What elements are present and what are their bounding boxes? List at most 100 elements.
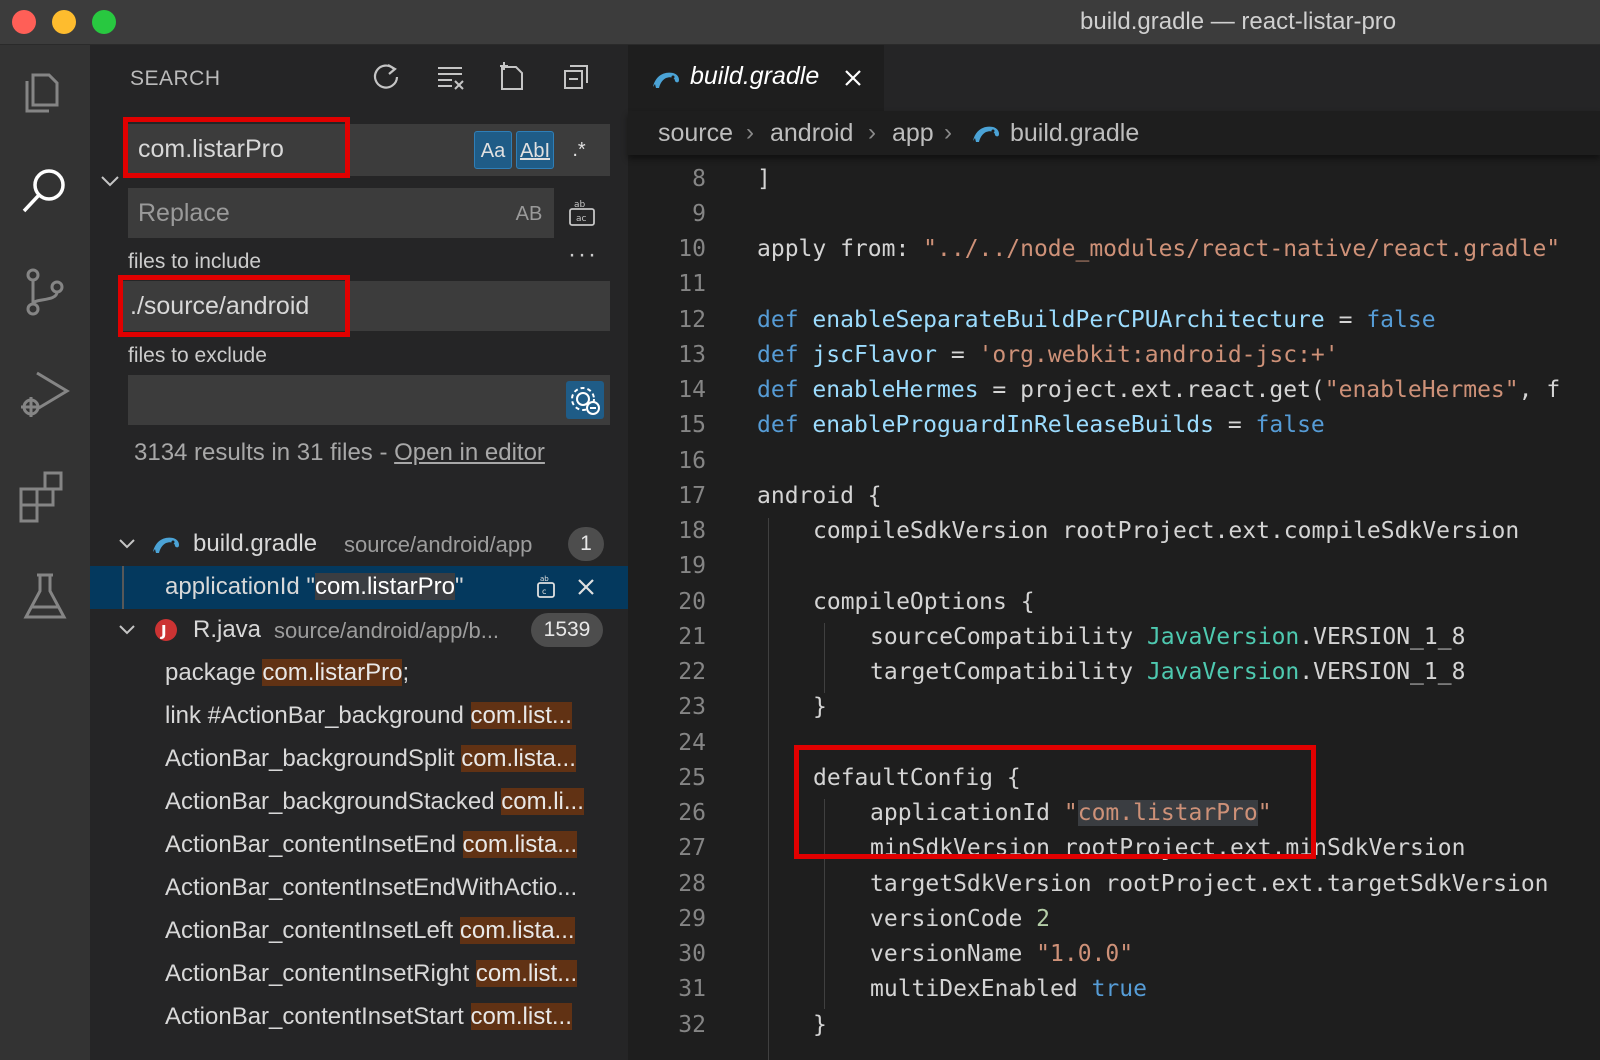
gradle-file-icon [970, 119, 1002, 147]
breadcrumb-item[interactable]: android [770, 119, 853, 148]
code-line: 12 def enableSeparateBuildPerCPUArchitect… [678, 307, 1436, 333]
result-count-badge: 1 [568, 527, 604, 561]
replace-input[interactable]: Replace AB [128, 188, 554, 238]
replace-all-icon[interactable]: ab ac [564, 195, 600, 231]
code-line: 23} [678, 694, 827, 720]
new-search-editor-icon[interactable] [494, 59, 530, 95]
refresh-icon[interactable] [368, 59, 404, 95]
breadcrumb: source › android › app › build.gradle [628, 111, 1600, 155]
code-line: 9 [692, 201, 706, 227]
result-match[interactable]: ActionBar_contentInsetEnd com.lista... [90, 824, 628, 867]
run-debug-icon[interactable] [15, 363, 75, 423]
result-match[interactable]: ActionBar_backgroundSplit com.lista... [90, 738, 628, 781]
whole-word-toggle[interactable]: AbI [516, 131, 554, 169]
chevron-right-icon: › [868, 119, 876, 146]
search-query: com.listarPro [138, 135, 284, 163]
minimize-window-button[interactable] [52, 10, 76, 34]
code-line: 29 versionCode 2 [678, 906, 1051, 932]
breadcrumb-item[interactable]: source [658, 119, 733, 148]
search-input[interactable]: com.listarPro Aa AbI .* [128, 124, 610, 176]
svg-text:J: J [160, 622, 167, 640]
files-icon[interactable] [15, 61, 75, 121]
files-to-exclude-label: files to exclude [128, 344, 267, 367]
close-tab-icon[interactable] [840, 65, 866, 91]
flask-icon[interactable] [15, 567, 75, 627]
result-match[interactable]: ActionBar_contentInsetRight com.list... [90, 953, 628, 996]
result-file-name: build.gradle [193, 530, 318, 557]
code-line: 26 applicationId "com.listarPro" [678, 800, 1272, 826]
code-line: 15 def enableProguardInReleaseBuilds = fa… [678, 412, 1325, 438]
match-text: ActionBar_contentInsetEndWithActio... [165, 874, 578, 901]
code-line: 25 defaultConfig { [678, 765, 1021, 791]
toggle-replace-chevron-icon[interactable] [98, 169, 122, 193]
breadcrumb-item[interactable]: build.gradle [1010, 119, 1139, 148]
result-match[interactable]: ActionBar_contentInsetStart com.list... [90, 996, 628, 1039]
activity-bar [0, 45, 90, 1060]
replace-placeholder: Replace [138, 199, 230, 227]
svg-text:ab: ab [540, 575, 549, 583]
collapse-all-icon[interactable] [558, 59, 594, 95]
result-match-selected[interactable]: applicationId "com.listarPro" ab c [90, 566, 628, 609]
code-line: 13 def jscFlavor = 'org.webkit:android-js… [678, 342, 1339, 368]
match-case-toggle[interactable]: Aa [474, 131, 512, 169]
clear-results-icon[interactable] [432, 59, 468, 95]
close-window-button[interactable] [12, 10, 36, 34]
files-to-include-value: ./source/android [130, 292, 310, 320]
dismiss-match-icon[interactable] [572, 573, 600, 601]
match-text: ActionBar_contentInsetLeft com.lista... [165, 917, 575, 944]
result-file-build-gradle[interactable]: build.gradle source/android/app 1 [90, 523, 628, 566]
window-title: build.gradle — react-listar-pro [1080, 8, 1397, 35]
svg-text:c: c [542, 587, 546, 596]
zoom-window-button[interactable] [92, 10, 116, 34]
code-line: 21 sourceCompatibility JavaVersion.VERSIO… [678, 624, 1466, 650]
search-icon[interactable] [15, 161, 75, 221]
source-control-icon[interactable] [15, 261, 75, 321]
open-in-editor-link[interactable]: Open in editor [394, 439, 545, 466]
code-line: 14 def enableHermes = project.ext.react.g… [678, 377, 1561, 403]
result-match[interactable]: ActionBar_backgroundStacked com.li... [90, 781, 628, 824]
code-line: 11 [678, 271, 706, 297]
toggle-search-details-button[interactable]: ··· [568, 241, 598, 269]
code-line: 10 apply from: "../../node_modules/react-… [678, 236, 1561, 262]
preserve-case-toggle[interactable]: AB [510, 195, 548, 233]
code-line: 31 multiDexEnabled true [678, 976, 1147, 1002]
files-to-exclude-input[interactable] [128, 375, 610, 425]
title-bar: build.gradle — react-listar-pro [0, 0, 1600, 45]
results-count-text: 3134 results in 31 files - [134, 439, 395, 466]
match-text: ActionBar_backgroundStacked com.li... [165, 788, 584, 815]
result-file-path: source/android/app/b... [274, 618, 500, 643]
result-file-r-java[interactable]: J R.java source/android/app/b... 1539 [90, 609, 628, 652]
search-panel-title: SEARCH [130, 67, 221, 90]
chevron-down-icon[interactable] [116, 619, 138, 641]
tab-build-gradle[interactable]: build.gradle [628, 45, 884, 111]
chevron-down-icon[interactable] [116, 533, 138, 555]
match-text: ActionBar_contentInsetRight com.list... [165, 960, 578, 987]
match-text: link #ActionBar_background com.list... [165, 702, 572, 729]
use-exclude-settings-icon[interactable] [566, 381, 604, 419]
code-line: 18 compileSdkVersion rootProject.ext.comp… [678, 518, 1520, 544]
chevron-right-icon: › [944, 119, 952, 146]
tab-label: build.gradle [690, 62, 820, 90]
result-file-path: source/android/app [344, 532, 533, 557]
files-to-include-input[interactable]: ./source/android [120, 281, 610, 331]
code-line: 20 compileOptions { [678, 589, 1035, 615]
results-summary: 3134 results in 31 files - Open in edito… [134, 435, 574, 470]
result-match[interactable]: ActionBar_contentInsetLeft com.lista... [90, 910, 628, 953]
result-count-badge: 1539 [531, 613, 603, 647]
result-match[interactable]: package com.listarPro; [90, 652, 628, 695]
java-file-icon: J [150, 616, 182, 644]
match-text: ActionBar_contentInsetEnd com.lista... [165, 831, 578, 858]
code-line: 27 minSdkVersion rootProject.ext.minSdkVe… [678, 835, 1466, 861]
replace-match-icon[interactable]: ab c [532, 573, 560, 601]
svg-text:ab: ab [574, 200, 586, 210]
chevron-right-icon: › [746, 119, 754, 146]
breadcrumb-item[interactable]: app [892, 119, 934, 148]
extensions-icon[interactable] [15, 465, 75, 525]
editor-tab-bar: build.gradle [628, 45, 1600, 111]
code-line: 19 [678, 553, 706, 579]
match-text: ActionBar_backgroundSplit com.lista... [165, 745, 576, 772]
result-match[interactable]: link #ActionBar_background com.list... [90, 695, 628, 738]
regex-toggle[interactable]: .* [560, 131, 598, 169]
code-editor[interactable]: 8] 9 10 apply from: "../../node_modules/r… [628, 155, 1600, 1060]
result-match[interactable]: ActionBar_contentInsetEndWithActio... [90, 867, 628, 910]
